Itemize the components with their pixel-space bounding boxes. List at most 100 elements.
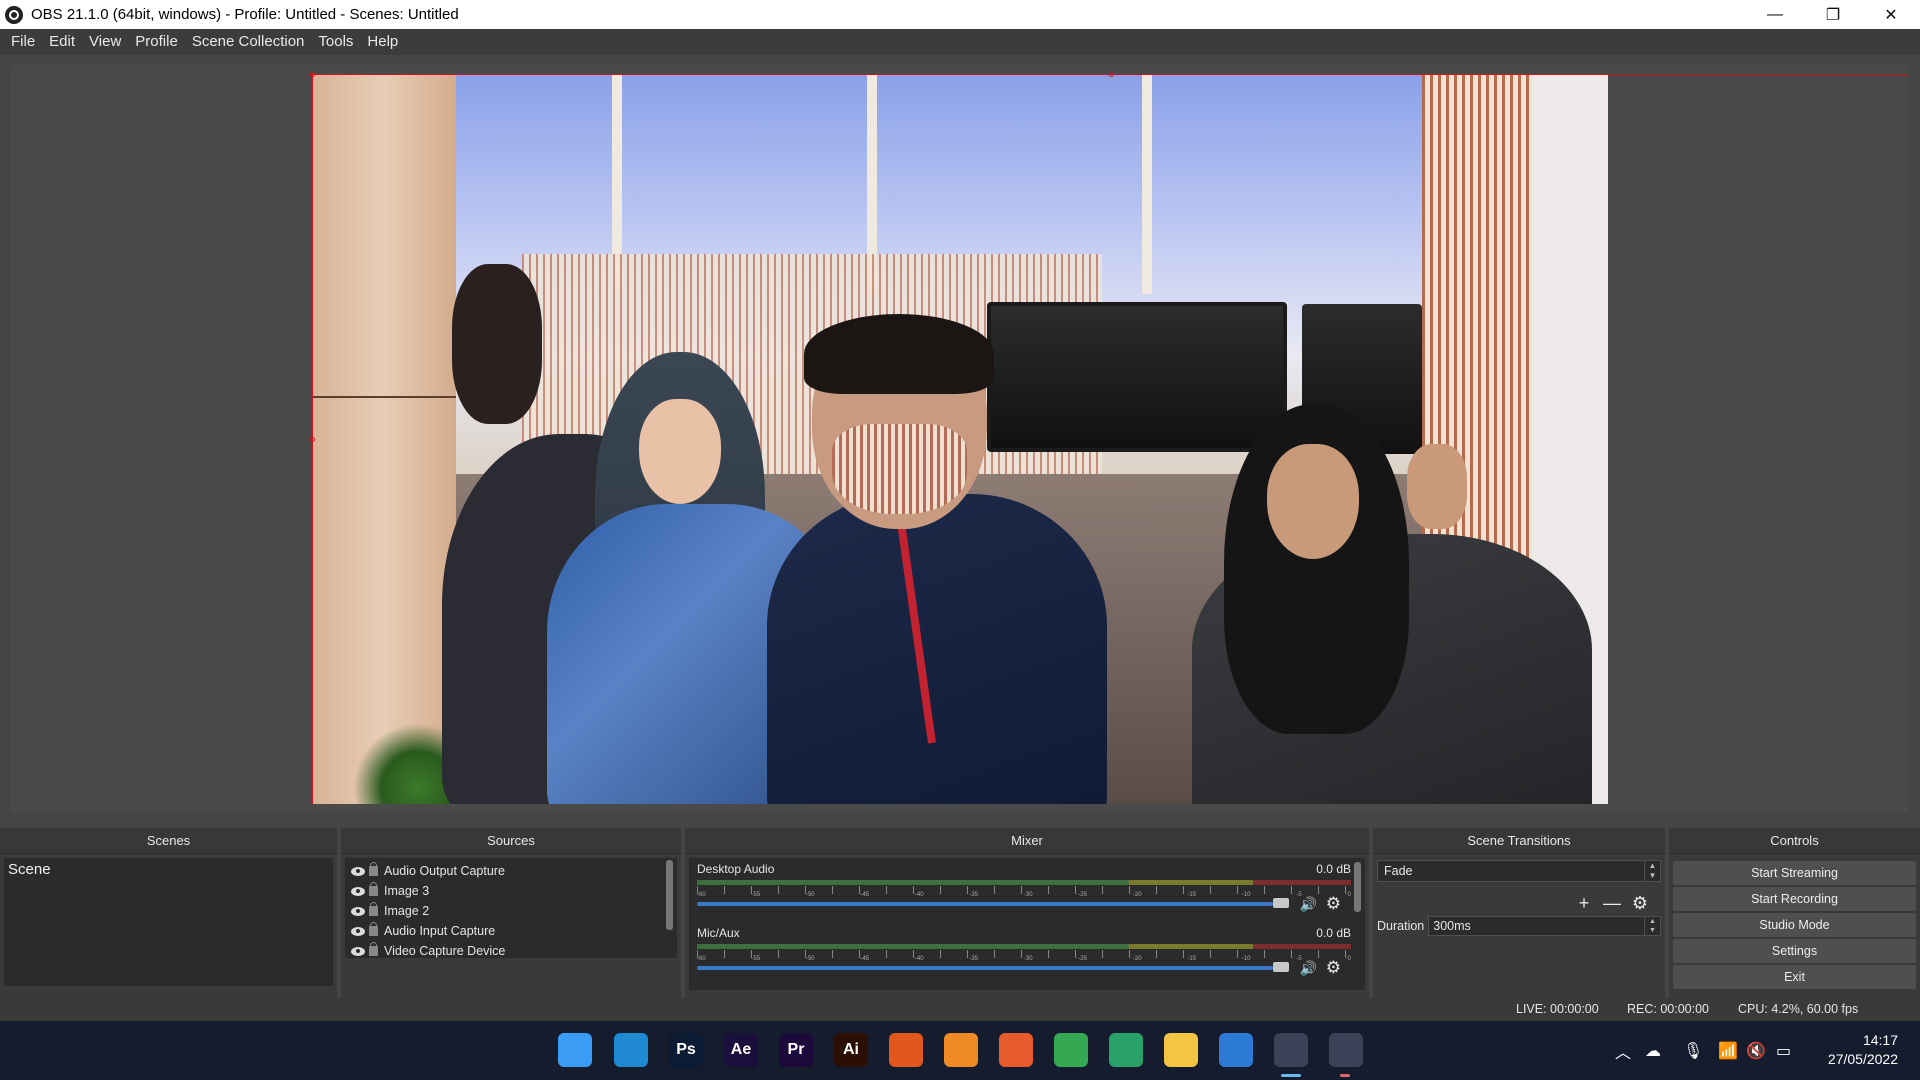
- title-bar: OBS 21.1.0 (64bit, windows) - Profile: U…: [0, 0, 1920, 29]
- lock-icon[interactable]: [369, 942, 378, 956]
- lock-icon[interactable]: [369, 902, 378, 916]
- source-name: Image 3: [384, 884, 430, 898]
- after-effects-icon[interactable]: Ae: [724, 1033, 758, 1067]
- notes-icon[interactable]: [1329, 1033, 1363, 1067]
- edge-icon[interactable]: [1109, 1033, 1143, 1067]
- lock-icon[interactable]: [369, 922, 378, 936]
- visibility-eye-icon[interactable]: [351, 926, 365, 936]
- photoshop-icon[interactable]: Ps: [669, 1033, 703, 1067]
- preview-area[interactable]: [11, 65, 1908, 813]
- tick-label: 0: [1347, 892, 1351, 898]
- volume-slider[interactable]: [697, 902, 1273, 906]
- source-item[interactable]: Video Capture Device: [345, 941, 677, 961]
- restore-button[interactable]: ❐: [1804, 0, 1862, 29]
- duration-label: Duration: [1377, 919, 1425, 933]
- window-title: OBS 21.1.0 (64bit, windows) - Profile: U…: [31, 6, 459, 23]
- obs-taskbar-icon[interactable]: [1274, 1033, 1308, 1067]
- menu-file[interactable]: File: [4, 29, 42, 55]
- chrome-icon[interactable]: [1054, 1033, 1088, 1067]
- tick-label: -60: [697, 892, 706, 898]
- duration-input[interactable]: 300ms ▲ ▼: [1428, 916, 1661, 936]
- tray-chevron-up-icon[interactable]: ︿: [1615, 1021, 1631, 1080]
- source-name: Audio Input Capture: [384, 924, 496, 938]
- menu-view[interactable]: View: [82, 29, 128, 55]
- microsoft-store-icon[interactable]: [1219, 1033, 1253, 1067]
- minimize-button[interactable]: —: [1746, 0, 1804, 29]
- start-recording-button[interactable]: Start Recording: [1673, 887, 1916, 911]
- battery-icon[interactable]: ▭: [1776, 1021, 1791, 1080]
- visibility-eye-icon[interactable]: [351, 946, 365, 956]
- tick-label: -50: [805, 956, 815, 962]
- channel-settings-gear-icon[interactable]: ⚙: [1326, 958, 1341, 978]
- remove-transition-button[interactable]: —: [1599, 890, 1625, 916]
- visibility-eye-icon[interactable]: [351, 886, 365, 896]
- menu-help[interactable]: Help: [360, 29, 405, 55]
- preview-canvas[interactable]: [312, 74, 1608, 804]
- meter-tick-labels: -60 -55 -50 -45 -40 -35 -30 -25 -20 -15 …: [697, 956, 1351, 964]
- ubuntu-icon[interactable]: [889, 1033, 923, 1067]
- start-streaming-button[interactable]: Start Streaming: [1673, 861, 1916, 885]
- file-explorer-icon[interactable]: [1164, 1033, 1198, 1067]
- transition-properties-gear-icon[interactable]: ⚙: [1627, 890, 1653, 916]
- premiere-icon[interactable]: Pr: [779, 1033, 813, 1067]
- tick-label: -35: [969, 956, 979, 962]
- microphone-icon[interactable]: 🎙: [1683, 1021, 1703, 1080]
- volume-slider-knob[interactable]: [1273, 898, 1289, 908]
- mixer-channel-mic-aux: Mic/Aux 0.0 dB -60 -55 -50 -45 -40 -35 -…: [695, 924, 1351, 984]
- mute-speaker-icon[interactable]: 🔊: [1300, 960, 1317, 977]
- visibility-eye-icon[interactable]: [351, 906, 365, 916]
- volume-slider-knob[interactable]: [1273, 962, 1289, 972]
- menu-edit[interactable]: Edit: [42, 29, 82, 55]
- illustrator-icon[interactable]: Ai: [834, 1033, 868, 1067]
- studio-mode-button[interactable]: Studio Mode: [1673, 913, 1916, 937]
- duration-spinner-icon[interactable]: ▲ ▼: [1644, 917, 1660, 935]
- scene-item[interactable]: Scene: [4, 858, 333, 881]
- lock-icon[interactable]: [369, 882, 378, 896]
- person-2-body: [767, 494, 1107, 804]
- obs-logo-icon: [5, 5, 23, 24]
- onedrive-cloud-icon[interactable]: ☁: [1645, 1021, 1661, 1080]
- lock-icon[interactable]: [369, 862, 378, 876]
- active-app-indicator: [1281, 1074, 1301, 1077]
- tick-label: -50: [805, 892, 815, 898]
- menu-scene-collection[interactable]: Scene Collection: [185, 29, 312, 55]
- channel-db: 0.0 dB: [1316, 926, 1351, 940]
- close-button[interactable]: ✕: [1862, 0, 1920, 29]
- visibility-eye-icon[interactable]: [351, 866, 365, 876]
- sources-list[interactable]: Audio Output Capture Image 3 Image 2 Aud…: [345, 858, 677, 958]
- tick-label: -45: [860, 956, 870, 962]
- speaker-muted-icon[interactable]: 🔇: [1746, 1021, 1766, 1080]
- volume-meter: [697, 880, 1351, 885]
- firefox-icon[interactable]: [999, 1033, 1033, 1067]
- vscode-icon[interactable]: [614, 1033, 648, 1067]
- source-item[interactable]: Image 2: [345, 901, 677, 921]
- tick-label: -10: [1241, 892, 1251, 898]
- menu-tools[interactable]: Tools: [311, 29, 360, 55]
- windows-start-icon[interactable]: [558, 1033, 592, 1067]
- volume-slider[interactable]: [697, 966, 1273, 970]
- tick-label: -10: [1241, 956, 1251, 962]
- wall-line: [312, 396, 456, 398]
- system-clock[interactable]: 14:17 27/05/2022: [1828, 1031, 1898, 1069]
- tick-label: -20: [1132, 956, 1142, 962]
- source-item[interactable]: Image 3: [345, 881, 677, 901]
- scene-transitions-header: Scene Transitions: [1373, 828, 1665, 854]
- mixer-scrollbar[interactable]: [1354, 862, 1361, 912]
- add-transition-button[interactable]: +: [1571, 890, 1597, 916]
- source-item[interactable]: Audio Input Capture: [345, 921, 677, 941]
- mixer-header: Mixer: [685, 828, 1369, 854]
- mute-speaker-icon[interactable]: 🔊: [1300, 896, 1317, 913]
- settings-button[interactable]: Settings: [1673, 939, 1916, 963]
- scenes-list[interactable]: Scene: [4, 858, 333, 986]
- exit-button[interactable]: Exit: [1673, 965, 1916, 989]
- menu-profile[interactable]: Profile: [128, 29, 185, 55]
- blender-icon[interactable]: [944, 1033, 978, 1067]
- transition-select[interactable]: Fade ▲ ▼: [1377, 860, 1661, 882]
- meter-tick-labels: -60 -55 -50 -45 -40 -35 -30 -25 -20 -15 …: [697, 892, 1351, 900]
- tick-label: -20: [1132, 892, 1142, 898]
- source-item[interactable]: Audio Output Capture: [345, 861, 677, 881]
- sources-scrollbar[interactable]: [666, 860, 673, 930]
- channel-settings-gear-icon[interactable]: ⚙: [1326, 894, 1341, 914]
- tick-label: 0: [1347, 956, 1351, 962]
- wifi-icon[interactable]: 📶: [1718, 1021, 1738, 1080]
